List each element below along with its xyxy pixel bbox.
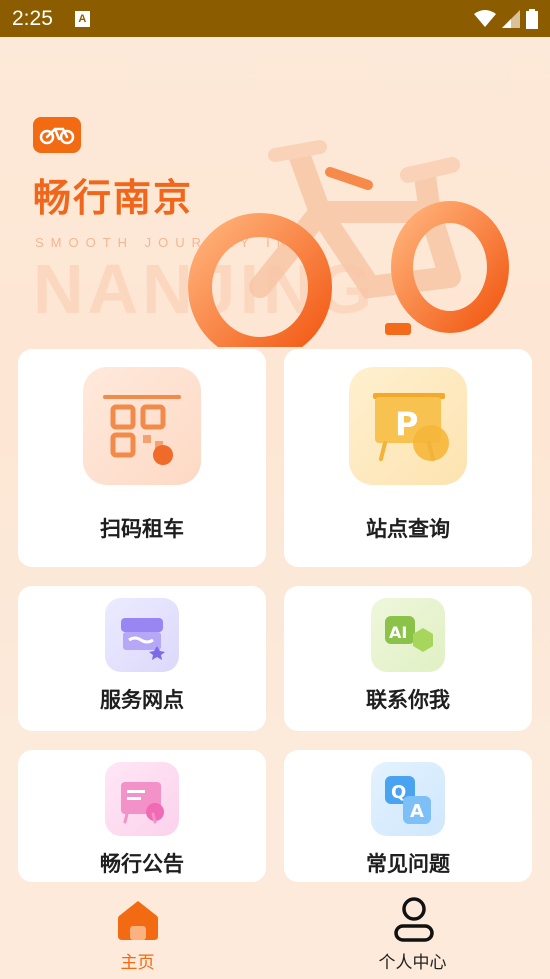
bike-illustration [188, 140, 509, 347]
wifi-icon [474, 9, 496, 27]
user-icon [394, 897, 434, 942]
contact-us-label: 联系你我 [366, 688, 450, 712]
bottom-nav: 主页 个人中心 [0, 882, 550, 979]
qr-code-icon [83, 367, 201, 485]
bike-logo-icon [33, 117, 81, 153]
contact-us-card[interactable]: AI 联系你我 [284, 586, 532, 731]
ai-chat-icon: AI [371, 598, 445, 672]
station-query-card[interactable]: P 站点查询 [284, 349, 532, 567]
svg-text:AI: AI [389, 623, 407, 642]
faq-card[interactable]: Q A 常见问题 [284, 750, 532, 882]
announcements-card[interactable]: 畅行公告 [18, 750, 266, 882]
nav-home-label: 主页 [120, 953, 155, 973]
status-icons [474, 8, 538, 29]
scan-rent-card[interactable]: 扫码租车 [18, 349, 266, 567]
battery-icon [526, 8, 538, 29]
hero-title: 畅行南京 [33, 176, 194, 220]
service-outlets-label: 服务网点 [100, 688, 184, 712]
home-icon [118, 901, 158, 940]
service-store-icon [105, 598, 179, 672]
svg-text:A: A [410, 801, 424, 822]
status-time: 2:25 [12, 6, 53, 30]
qa-icon: Q A [371, 762, 445, 836]
parking-sign-icon: P [349, 367, 467, 485]
scan-rent-label: 扫码租车 [100, 517, 184, 541]
announcement-board-icon [105, 762, 179, 836]
nav-profile[interactable]: 个人中心 [275, 882, 550, 979]
announcements-label: 畅行公告 [100, 852, 184, 876]
hero-banner: NANJING SMOOTH JOURNEY IN 畅行南京 [0, 37, 550, 347]
a-letter-icon: A [74, 10, 90, 27]
nav-home[interactable]: 主页 [0, 882, 275, 979]
nav-profile-label: 个人中心 [378, 953, 447, 973]
station-query-label: 站点查询 [366, 517, 450, 541]
service-outlets-card[interactable]: 服务网点 [18, 586, 266, 731]
faq-label: 常见问题 [366, 852, 450, 876]
status-bar: 2:25 A [0, 0, 550, 37]
signal-icon [502, 9, 520, 28]
